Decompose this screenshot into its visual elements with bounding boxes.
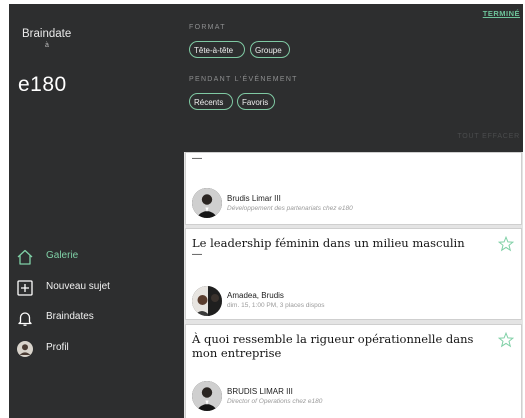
star-icon[interactable] <box>498 332 514 348</box>
host-avatar <box>192 286 222 316</box>
window-frame-left <box>0 0 9 418</box>
filter-panel: TERMINÉ FORMAT Tête-à-tête Groupe PENDAN… <box>184 4 523 152</box>
event-logo: e180 <box>18 73 67 96</box>
nav-item-braindates[interactable]: Braindates <box>9 307 184 331</box>
avatar-icon <box>17 341 33 357</box>
sidebar: Braindate à e180 Galerie Nouveau sujet B… <box>9 4 184 418</box>
host-name: BRUDIS LIMAR III <box>227 387 293 396</box>
chip-recents[interactable]: Récents <box>189 93 233 110</box>
host-name: Brudis Limar III <box>227 194 281 203</box>
brand-title: Braindate <box>22 28 72 40</box>
chip-groupe[interactable]: Groupe <box>250 41 290 58</box>
topic-title: Le leadership féminin dans un milieu mas… <box>192 236 465 250</box>
nav-item-nouveau-sujet[interactable]: Nouveau sujet <box>9 277 184 301</box>
nav-item-label: Galerie <box>46 250 79 261</box>
nav-item-label: Nouveau sujet <box>46 281 110 292</box>
host-name: Amadea, Brudis <box>227 291 284 300</box>
nav-item-label: Profil <box>46 342 69 353</box>
nav-item-galerie[interactable]: Galerie <box>9 246 184 270</box>
topic-card[interactable]: À quoi ressemble la rigueur opérationnel… <box>185 324 522 418</box>
bell-icon <box>18 312 32 326</box>
clear-all-button[interactable]: TOUT EFFACER <box>457 133 520 140</box>
topic-feed: — Brudis Limar III Développement des par… <box>184 152 523 418</box>
topic-title: À quoi ressemble la rigueur opérationnel… <box>192 332 474 360</box>
brand-subtitle: à <box>45 42 49 49</box>
host-info: Director of Operations chez e180 <box>227 398 323 405</box>
title-dash: — <box>192 249 202 260</box>
host-avatar <box>192 188 222 218</box>
host-avatar <box>192 381 222 411</box>
format-section-title: FORMAT <box>189 24 226 31</box>
chip-tete-a-tete[interactable]: Tête-à-tête <box>189 41 245 58</box>
host-info: Développement des partenariats chez e180 <box>227 205 353 212</box>
star-icon[interactable] <box>498 236 514 252</box>
chip-favoris[interactable]: Favoris <box>237 93 275 110</box>
title-dash: — <box>192 153 202 164</box>
event-section-title: PENDANT L'ÉVÉNEMENT <box>189 76 298 83</box>
topic-card[interactable]: — Brudis Limar III Développement des par… <box>185 152 522 225</box>
done-button[interactable]: TERMINÉ <box>483 9 520 18</box>
topic-card[interactable]: Le leadership féminin dans un milieu mas… <box>185 228 522 320</box>
nav-item-label: Braindates <box>46 311 94 322</box>
plus-square-icon <box>17 280 33 296</box>
braindate-app: Braindate à e180 Galerie Nouveau sujet B… <box>0 0 525 418</box>
nav-item-profil[interactable]: Profil <box>9 338 184 362</box>
session-info: dim. 15, 1:00 PM, 3 places dispos <box>227 302 325 309</box>
home-icon <box>17 249 33 265</box>
